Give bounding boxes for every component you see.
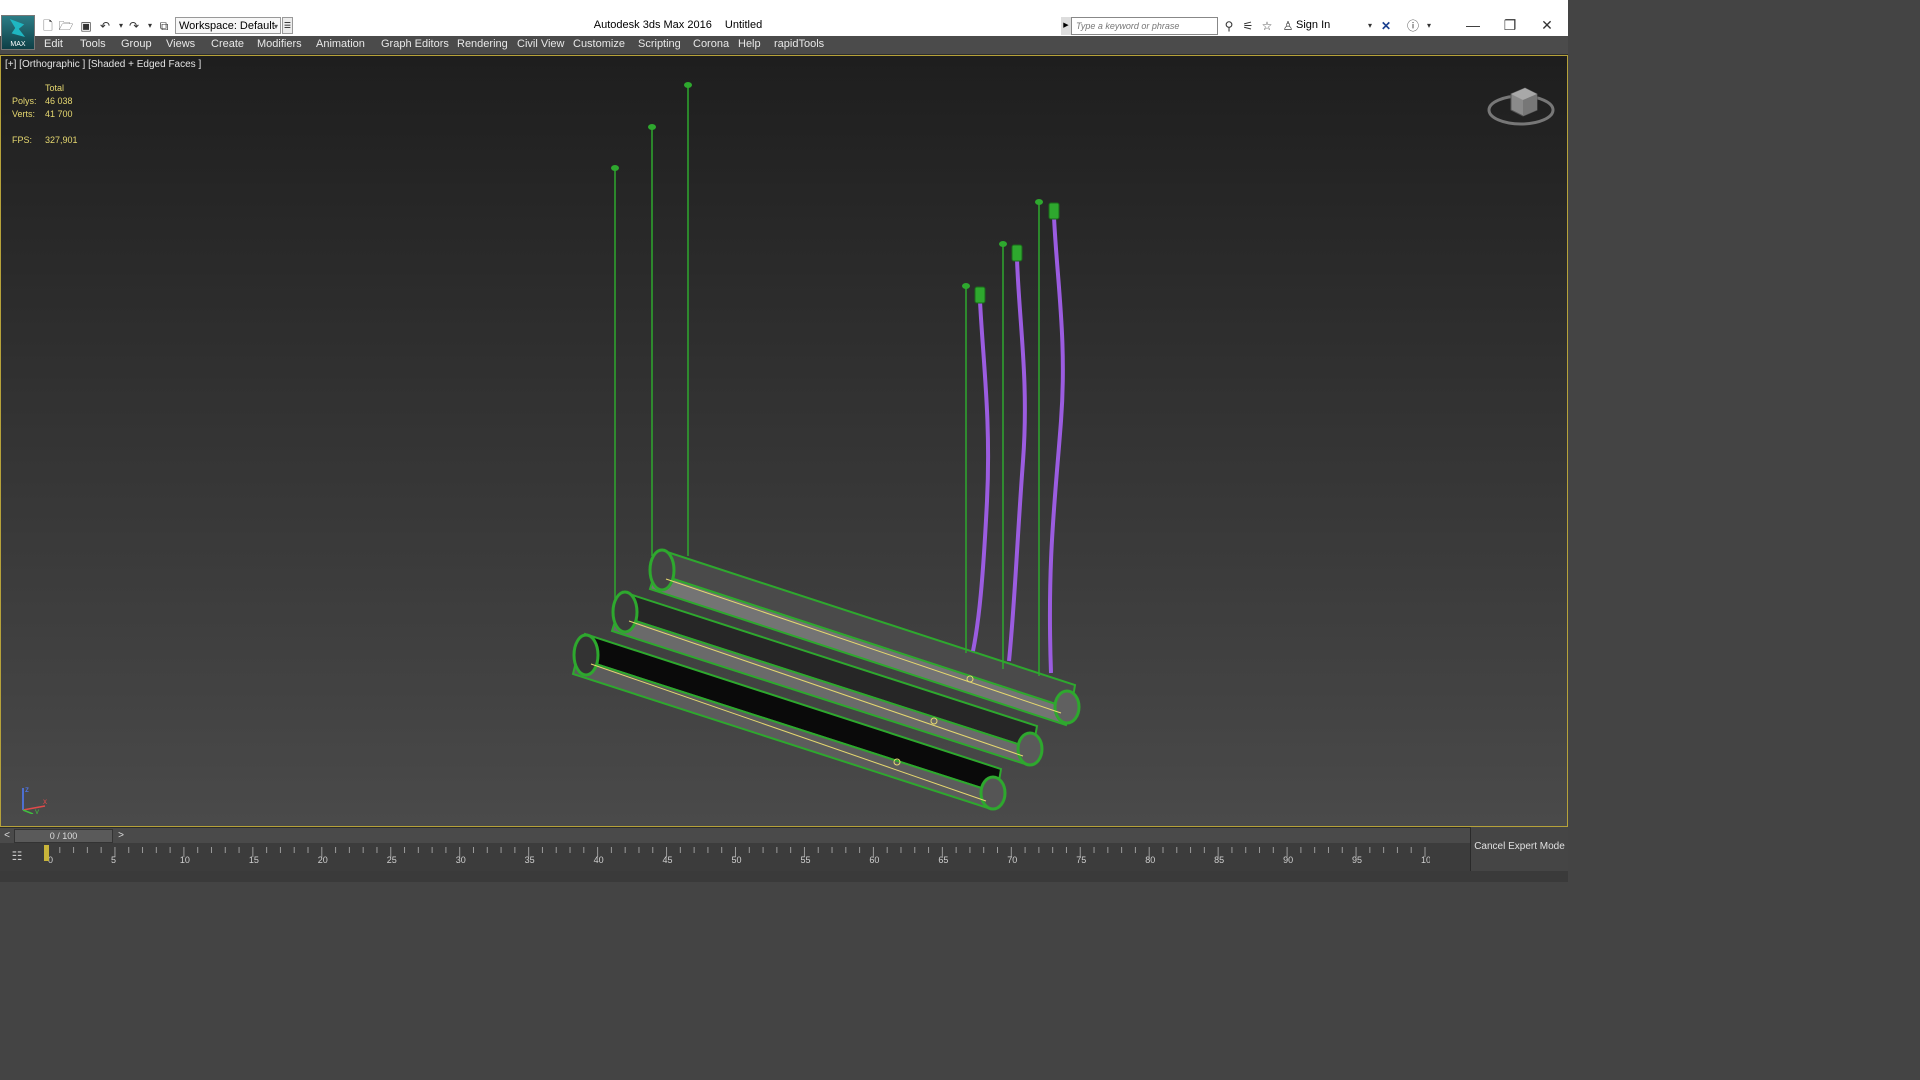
time-slider-prev-button[interactable]: < [1, 829, 13, 843]
status-bar-strip [0, 871, 1568, 882]
menu-modifiers[interactable]: Modifiers [257, 38, 302, 50]
menu-rapidtools[interactable]: rapidTools [774, 38, 824, 50]
application-menu-button[interactable]: MAX [1, 15, 35, 50]
menu-help[interactable]: Help [738, 38, 761, 50]
app-title: Autodesk 3ds Max 2016 [593, 19, 712, 31]
ruler-tick-label: 60 [869, 855, 879, 865]
help-icon[interactable]: ⓘ [1405, 18, 1421, 34]
user-icon[interactable]: ♙ [1280, 18, 1296, 34]
ruler-tick-label: 65 [938, 855, 948, 865]
menu-civil-view[interactable]: Civil View [517, 38, 564, 50]
menu-views[interactable]: Views [166, 38, 195, 50]
perspective-viewport[interactable]: [+] [Orthographic ] [Shaded + Edged Face… [0, 55, 1568, 827]
axis-z-label: z [25, 785, 29, 794]
time-slider[interactable]: < 0 / 100 > [0, 827, 1470, 844]
time-slider-next-button[interactable]: > [115, 829, 127, 843]
ruler-tick-label: 100 [1421, 855, 1430, 865]
menu-bar: Edit Tools Group Views Create Modifiers … [0, 36, 1568, 55]
power-cables[interactable] [971, 216, 1065, 674]
menu-customize[interactable]: Customize [573, 38, 625, 50]
title-bar: 🗋 🗁 ▣ ↶ ▾ ↷ ▾ ⧉ Workspace: Default ▾ ☰ A… [0, 0, 1568, 36]
autodesk-exchange-icon[interactable]: ✕ [1378, 18, 1394, 34]
curve-editor-toggle-icon[interactable]: ☷ [6, 847, 28, 865]
communication-center-icon[interactable]: ⚟ [1240, 18, 1256, 34]
sign-in-dropdown-icon[interactable]: ▾ [1362, 18, 1378, 34]
ruler-tick-label: 5 [111, 855, 116, 865]
ruler-tick-label: 80 [1145, 855, 1155, 865]
scene-geometry[interactable] [1, 56, 1567, 826]
ruler-tick-label: 75 [1076, 855, 1086, 865]
favorites-star-icon[interactable]: ☆ [1259, 18, 1275, 34]
menu-edit[interactable]: Edit [44, 38, 63, 50]
time-slider-handle[interactable]: 0 / 100 [14, 829, 113, 843]
ruler-tick-label: 30 [456, 855, 466, 865]
ruler-tick-label: 70 [1007, 855, 1017, 865]
search-input[interactable] [1071, 17, 1218, 35]
ruler-tick-label: 95 [1352, 855, 1362, 865]
axis-x-label: x [43, 797, 47, 806]
menu-graph-editors[interactable]: Graph Editors [381, 38, 449, 50]
axis-tripod-icon: z x y [22, 785, 47, 814]
ruler-tick-label: 55 [800, 855, 810, 865]
menu-group[interactable]: Group [121, 38, 152, 50]
menu-rendering[interactable]: Rendering [457, 38, 508, 50]
ruler-tick-label: 40 [594, 855, 604, 865]
ruler-tick-label: 35 [525, 855, 535, 865]
close-button[interactable]: ✕ [1532, 14, 1562, 36]
menu-corona[interactable]: Corona [693, 38, 729, 50]
3ds-max-logo-icon [9, 19, 26, 37]
menu-scripting[interactable]: Scripting [638, 38, 681, 50]
current-frame-marker[interactable] [44, 845, 49, 861]
ruler-tick-label: 90 [1283, 855, 1293, 865]
ruler-tick-label: 85 [1214, 855, 1224, 865]
cancel-expert-mode-button[interactable]: Cancel Expert Mode [1470, 827, 1568, 871]
document-title: Untitled [724, 19, 763, 31]
suspension-wires-right[interactable] [965, 202, 1040, 676]
track-bar[interactable]: ☷ 0 5 10 15 20 25 30 35 40 45 50 55 60 65 70 75 80 85 90 95… [0, 843, 1470, 871]
ruler-tick-label: 45 [663, 855, 673, 865]
ruler-tick-label: 10 [180, 855, 190, 865]
minimize-button[interactable]: — [1458, 14, 1488, 36]
ruler-tick-label: 25 [387, 855, 397, 865]
app-logo-text: MAX [10, 41, 26, 48]
menu-animation[interactable]: Animation [316, 38, 365, 50]
restore-button[interactable]: ❐ [1495, 14, 1525, 36]
ruler-tick-label: 15 [249, 855, 259, 865]
menu-create[interactable]: Create [211, 38, 244, 50]
viewcube-icon[interactable] [1485, 80, 1557, 132]
axis-y-label: y [35, 807, 39, 814]
ruler-tick-label: 50 [732, 855, 742, 865]
menu-tools[interactable]: Tools [80, 38, 106, 50]
binoculars-icon[interactable]: ⚲ [1221, 18, 1237, 34]
suspension-wires-left[interactable] [614, 86, 689, 601]
help-dropdown-icon[interactable]: ▾ [1421, 18, 1437, 34]
ruler-tick-label: 20 [318, 855, 328, 865]
search-expand-icon[interactable]: ▶ [1061, 17, 1071, 35]
timeline-ruler[interactable]: 0 5 10 15 20 25 30 35 40 45 50 55 60 65 70 75 80 85 90 95 10… [44, 843, 1430, 871]
sign-in-button[interactable]: Sign In [1296, 19, 1330, 31]
